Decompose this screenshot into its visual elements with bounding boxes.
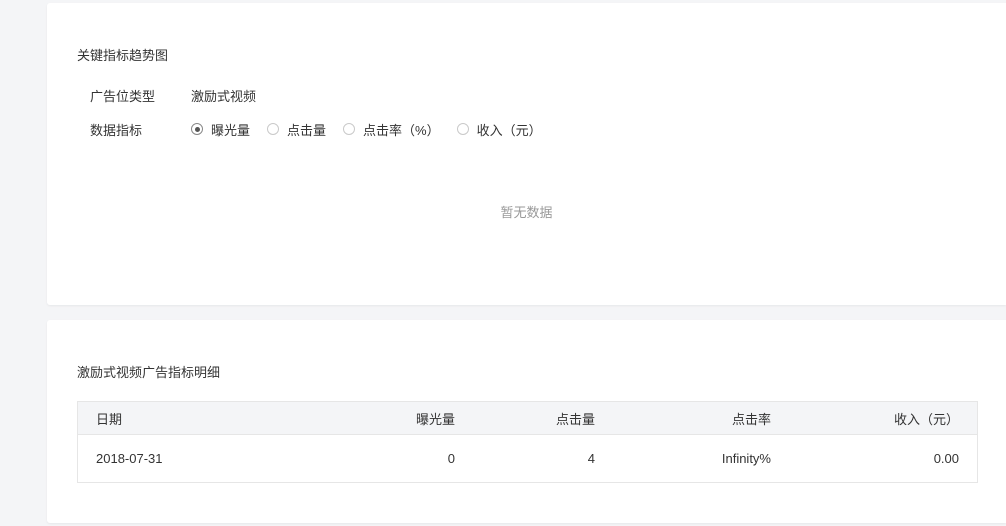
metric-radio-ctr[interactable]: 点击率（%） [343, 120, 440, 139]
ad-type-label: 广告位类型 [90, 88, 156, 104]
chart-empty-state: 暂无数据 [500, 205, 553, 220]
radio-unchecked-icon [267, 123, 280, 135]
radio-unchecked-icon [343, 123, 356, 135]
metric-radio-clicks[interactable]: 点击量 [267, 120, 326, 139]
cell-clicks: 4 [587, 451, 595, 466]
cell-revenue: 0.00 [933, 451, 959, 466]
ad-type-row: 广告位类型 激励式视频 [90, 85, 256, 105]
column-header-date: 日期 [77, 401, 296, 435]
metric-radio-label: 收入（元） [476, 122, 542, 138]
table-row: 2018-07-31 0 4 Infinity% 0.00 [78, 435, 978, 483]
column-header-clicks: 点击量 [473, 401, 613, 435]
ad-type-value: 激励式视频 [191, 88, 257, 104]
metric-radio-revenue[interactable]: 收入（元） [456, 120, 542, 139]
metric-row: 数据指标 曝光量 点击量 点击率（%） 收入（元） [90, 119, 559, 139]
metric-radio-label: 点击量 [287, 122, 327, 138]
detail-title: 激励式视频广告指标明细 [77, 365, 221, 380]
cell-date: 2018-07-31 [96, 451, 163, 466]
cell-ctr: Infinity% [721, 451, 771, 466]
detail-table: 日期 曝光量 点击量 点击率 收入（元） 2018-07-31 0 4 Infi… [77, 401, 978, 483]
cell-impressions: 0 [447, 451, 455, 466]
column-header-impressions: 曝光量 [296, 401, 473, 435]
column-header-revenue: 收入（元） [789, 401, 978, 435]
detail-card: 激励式视频广告指标明细 日期 曝光量 点击量 点击率 收入（元） 2018-07… [47, 320, 1006, 523]
metric-radio-label: 点击率（%） [363, 122, 440, 138]
table-header-row: 日期 曝光量 点击量 点击率 收入（元） [77, 401, 978, 435]
radio-unchecked-icon [456, 123, 469, 135]
radio-checked-icon [191, 123, 203, 135]
metric-radio-impressions[interactable]: 曝光量 [191, 120, 250, 139]
trend-title: 关键指标趋势图 [77, 48, 169, 63]
column-header-ctr: 点击率 [613, 401, 789, 435]
trend-card: 关键指标趋势图 广告位类型 激励式视频 数据指标 曝光量 点击量 点击率（%） … [47, 3, 1006, 305]
metric-label: 数据指标 [90, 122, 143, 138]
metric-radio-label: 曝光量 [211, 122, 251, 138]
